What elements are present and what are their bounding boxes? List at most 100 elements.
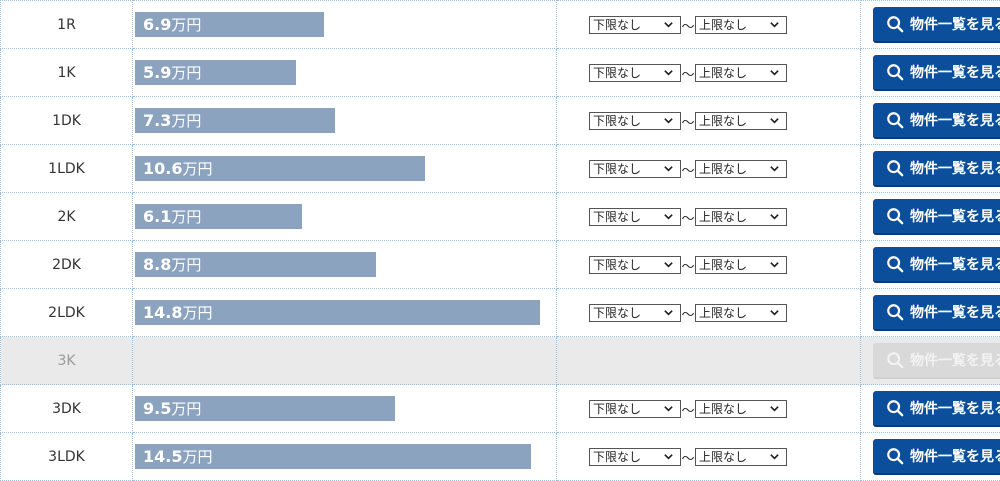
- max-rent-select[interactable]: 上限なし: [695, 64, 787, 82]
- rent-value: 9.5: [143, 399, 171, 418]
- rent-bar: 8.8万円: [135, 252, 376, 277]
- rent-value: 10.6: [143, 159, 182, 178]
- search-icon: [886, 159, 904, 177]
- view-listings-label: 物件一覧を見る: [910, 206, 1000, 226]
- max-rent-select-value: 上限なし: [699, 114, 747, 128]
- search-icon: [886, 207, 904, 225]
- max-rent-select[interactable]: 上限なし: [695, 160, 787, 178]
- view-listings-button[interactable]: 物件一覧を見る: [873, 103, 1000, 139]
- rent-range-filter: [557, 337, 861, 385]
- view-listings-button[interactable]: 物件一覧を見る: [873, 391, 1000, 427]
- action-cell: 物件一覧を見る: [861, 97, 1000, 145]
- view-listings-button[interactable]: 物件一覧を見る: [873, 199, 1000, 235]
- view-listings-button[interactable]: 物件一覧を見る: [873, 151, 1000, 187]
- range-separator: ～: [681, 64, 695, 83]
- action-cell: 物件一覧を見る: [861, 49, 1000, 97]
- max-rent-select[interactable]: 上限なし: [695, 112, 787, 130]
- min-rent-select[interactable]: 下限なし: [589, 64, 681, 82]
- chevron-down-icon: [663, 451, 674, 462]
- rent-unit: 万円: [182, 158, 212, 179]
- chevron-down-icon: [769, 451, 780, 462]
- min-rent-select[interactable]: 下限なし: [589, 304, 681, 322]
- rent-unit: 万円: [171, 110, 201, 131]
- min-rent-select[interactable]: 下限なし: [589, 256, 681, 274]
- rent-bar-cell: 5.9万円: [133, 49, 557, 97]
- chevron-down-icon: [769, 259, 780, 270]
- view-listings-button[interactable]: 物件一覧を見る: [873, 55, 1000, 91]
- table-row: 2K6.1万円下限なし～上限なし 物件一覧を見る: [1, 193, 1000, 241]
- min-rent-select[interactable]: 下限なし: [589, 112, 681, 130]
- max-rent-select[interactable]: 上限なし: [695, 208, 787, 226]
- view-listings-button[interactable]: 物件一覧を見る: [873, 247, 1000, 283]
- rent-value: 6.1: [143, 207, 171, 226]
- room-type-label: 1DK: [1, 97, 133, 145]
- min-rent-select[interactable]: 下限なし: [589, 160, 681, 178]
- min-rent-select[interactable]: 下限なし: [589, 448, 681, 466]
- min-rent-select[interactable]: 下限なし: [589, 208, 681, 226]
- max-rent-select-value: 上限なし: [699, 18, 747, 32]
- view-listings-button[interactable]: 物件一覧を見る: [873, 7, 1000, 43]
- room-type-label: 1LDK: [1, 145, 133, 193]
- rent-range-filter: 下限なし～上限なし: [557, 97, 861, 145]
- rent-bar: 5.9万円: [135, 60, 296, 85]
- min-rent-select[interactable]: 下限なし: [589, 16, 681, 34]
- room-type-label: 3LDK: [1, 433, 133, 481]
- action-cell: 物件一覧を見る: [861, 193, 1000, 241]
- room-type-label: 1K: [1, 49, 133, 97]
- search-icon: [886, 111, 904, 129]
- min-rent-select-value: 下限なし: [593, 114, 641, 128]
- search-icon: [886, 303, 904, 321]
- range-separator: ～: [681, 160, 695, 179]
- rent-unit: 万円: [171, 14, 201, 35]
- min-rent-select-value: 下限なし: [593, 402, 641, 416]
- rent-unit: 万円: [171, 254, 201, 275]
- search-icon: [886, 63, 904, 81]
- rent-unit: 万円: [171, 62, 201, 83]
- max-rent-select[interactable]: 上限なし: [695, 16, 787, 34]
- rent-unit: 万円: [182, 446, 212, 467]
- rent-bar-cell: 6.1万円: [133, 193, 557, 241]
- range-separator: ～: [681, 256, 695, 275]
- view-listings-label: 物件一覧を見る: [910, 254, 1000, 274]
- rent-table-body: 1R6.9万円下限なし～上限なし物件一覧を見る1K5.9万円下限なし～上限なし物…: [1, 1, 1000, 481]
- max-rent-select[interactable]: 上限なし: [695, 400, 787, 418]
- chevron-down-icon: [663, 163, 674, 174]
- rent-bar: 14.8万円: [135, 300, 540, 325]
- rent-value: 14.8: [143, 303, 182, 322]
- search-icon: [886, 399, 904, 417]
- max-rent-select[interactable]: 上限なし: [695, 304, 787, 322]
- chevron-down-icon: [663, 67, 674, 78]
- table-row: 1LDK10.6万円下限なし～上限なし物件一覧を見る: [1, 145, 1000, 193]
- table-row: 3K物件一覧を見る: [1, 337, 1000, 385]
- view-listings-button[interactable]: 物件一覧を見る: [873, 295, 1000, 331]
- rent-bar: 9.5万円: [135, 396, 395, 421]
- rent-value: 8.8: [143, 255, 171, 274]
- max-rent-select-value: 上限なし: [699, 66, 747, 80]
- min-rent-select[interactable]: 下限なし: [589, 400, 681, 418]
- rent-range-filter: 下限なし～上限なし: [557, 289, 861, 337]
- rent-range-filter: 下限なし～ 上限なし: [557, 241, 861, 289]
- rent-value: 14.5: [143, 447, 182, 466]
- chevron-down-icon: [663, 307, 674, 318]
- rent-bar: 6.9万円: [135, 12, 324, 37]
- max-rent-select[interactable]: 上限なし: [695, 448, 787, 466]
- min-rent-select-value: 下限なし: [593, 306, 641, 320]
- room-type-label: 2LDK: [1, 289, 133, 337]
- max-rent-select-value: 上限なし: [699, 258, 747, 272]
- chevron-down-icon: [769, 67, 780, 78]
- room-type-label: 2K: [1, 193, 133, 241]
- chevron-down-icon: [769, 163, 780, 174]
- rent-value: 6.9: [143, 15, 171, 34]
- rent-range-filter: 下限なし～上限なし: [557, 145, 861, 193]
- search-icon: [886, 15, 904, 33]
- rent-range-filter: 下限なし～上限なし: [557, 1, 861, 49]
- min-rent-select-value: 下限なし: [593, 450, 641, 464]
- rent-range-filter: 下限なし～上限なし: [557, 433, 861, 481]
- action-cell: 物件一覧を見る: [861, 289, 1000, 337]
- max-rent-select[interactable]: 上限なし: [695, 256, 787, 274]
- chevron-down-icon: [769, 115, 780, 126]
- chevron-down-icon: [663, 211, 674, 222]
- rent-range-filter: 下限なし～ 上限なし: [557, 49, 861, 97]
- view-listings-button[interactable]: 物件一覧を見る: [873, 439, 1000, 475]
- rent-range-filter: 下限なし～上限なし: [557, 193, 861, 241]
